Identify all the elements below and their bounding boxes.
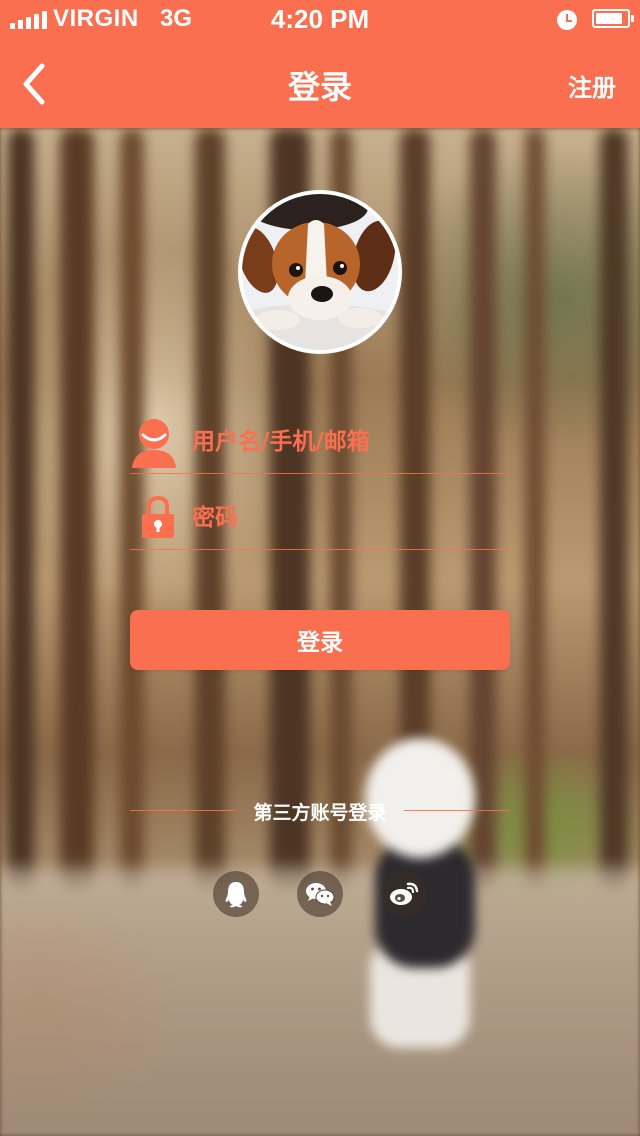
password-field-row — [130, 476, 510, 550]
qq-icon — [225, 882, 247, 908]
third-party-divider: 第三方账号登录 — [130, 796, 510, 826]
wechat-icon — [306, 883, 335, 906]
wechat-login-button[interactable] — [297, 871, 343, 917]
weibo-icon — [390, 882, 419, 905]
login-button[interactable]: 登录 — [130, 610, 510, 670]
status-time: 4:20 PM — [270, 4, 370, 34]
battery-icon — [592, 9, 634, 28]
status-bar: VIRGIN 3G 4:20 PM — [0, 0, 640, 40]
username-input[interactable] — [192, 422, 502, 462]
page-title: 登录 — [287, 68, 352, 106]
username-field-row — [130, 400, 510, 474]
login-screen: VIRGIN 3G 4:20 PM 登录 注册 用户名/手机/邮箱 登录 第三方… — [0, 0, 640, 1136]
third-party-label: 第三方账号登录 — [253, 802, 387, 824]
navigation-bar: 登录 注册 — [0, 40, 640, 128]
weibo-login-button[interactable] — [381, 871, 427, 917]
lock-icon — [142, 495, 174, 538]
qq-login-button[interactable] — [213, 871, 259, 917]
user-icon — [132, 419, 176, 468]
avatar[interactable] — [238, 190, 402, 354]
password-input[interactable] — [192, 498, 502, 538]
avatar-photo — [242, 194, 398, 350]
register-button[interactable]: 注册 — [568, 68, 616, 103]
divider-line-right — [404, 810, 510, 811]
alarm-clock-icon — [557, 10, 577, 30]
